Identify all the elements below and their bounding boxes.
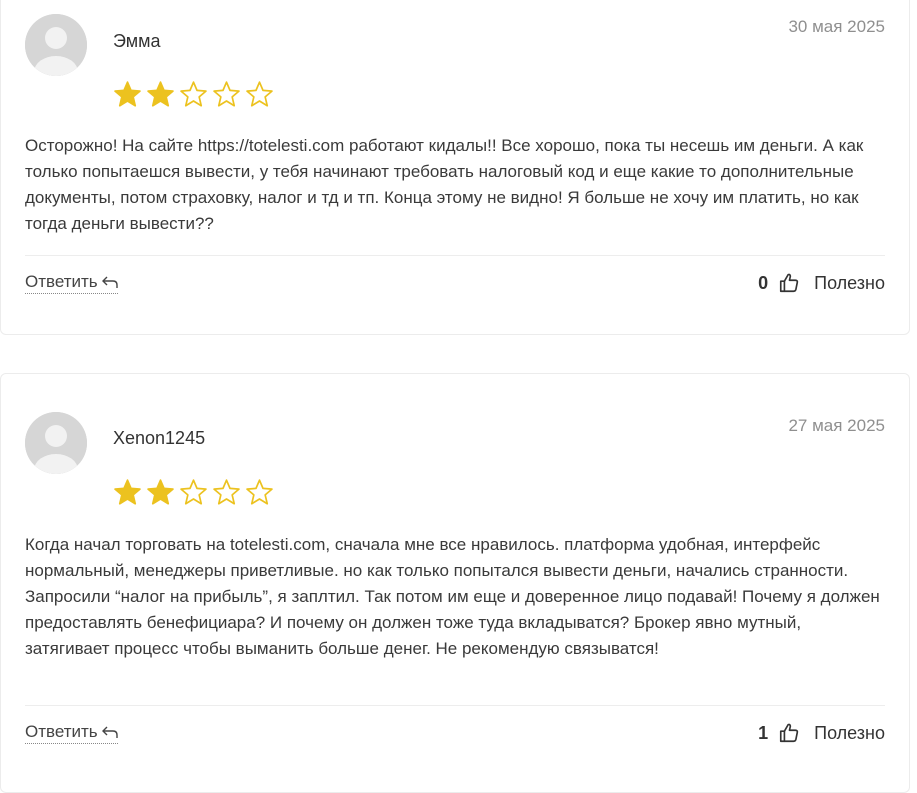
helpful-group: 0 Полезно — [758, 272, 885, 294]
star-empty-icon — [180, 81, 207, 107]
review-author: Эмма — [113, 31, 161, 51]
helpful-button[interactable]: Полезно — [814, 273, 885, 294]
rating-stars — [113, 478, 274, 507]
star-filled-icon — [114, 81, 141, 107]
review-card: Xenon1245 27 мая 2025 Когда начал торгов… — [0, 373, 910, 793]
star-filled-icon — [114, 479, 141, 505]
reply-label: Ответить — [25, 722, 98, 741]
star-empty-icon — [180, 479, 207, 505]
avatar — [25, 14, 87, 76]
helpful-count: 0 — [758, 272, 769, 293]
helpful-button[interactable]: Полезно — [814, 723, 885, 744]
helpful-group: 1 Полезно — [758, 722, 885, 744]
thumbs-up-icon[interactable] — [778, 272, 800, 294]
reply-button[interactable]: Ответить — [25, 272, 118, 294]
star-empty-icon — [213, 479, 240, 505]
review-card: Эмма 30 мая 2025 Осторожно! На сайте htt… — [0, 0, 910, 335]
review-author: Xenon1245 — [113, 428, 206, 448]
star-empty-icon — [213, 81, 240, 107]
divider — [25, 705, 885, 706]
review-text: Осторожно! На сайте https://totelesti.co… — [25, 136, 864, 233]
star-filled-icon — [147, 81, 174, 107]
reply-arrow-icon — [101, 276, 118, 288]
user-avatar-icon — [25, 14, 87, 76]
divider — [25, 255, 885, 256]
reply-label: Ответить — [25, 272, 98, 291]
reply-arrow-icon — [101, 726, 118, 738]
helpful-count: 1 — [758, 722, 769, 743]
avatar — [25, 412, 87, 474]
reply-button[interactable]: Ответить — [25, 722, 118, 744]
user-avatar-icon — [25, 412, 87, 474]
review-date: 27 мая 2025 — [788, 416, 885, 435]
star-empty-icon — [246, 479, 273, 505]
star-empty-icon — [246, 81, 273, 107]
star-filled-icon — [147, 479, 174, 505]
review-text: Когда начал торговать на totelesti.com, … — [25, 535, 880, 658]
thumbs-up-icon[interactable] — [778, 722, 800, 744]
review-date: 30 мая 2025 — [788, 17, 885, 36]
rating-stars — [113, 80, 274, 109]
